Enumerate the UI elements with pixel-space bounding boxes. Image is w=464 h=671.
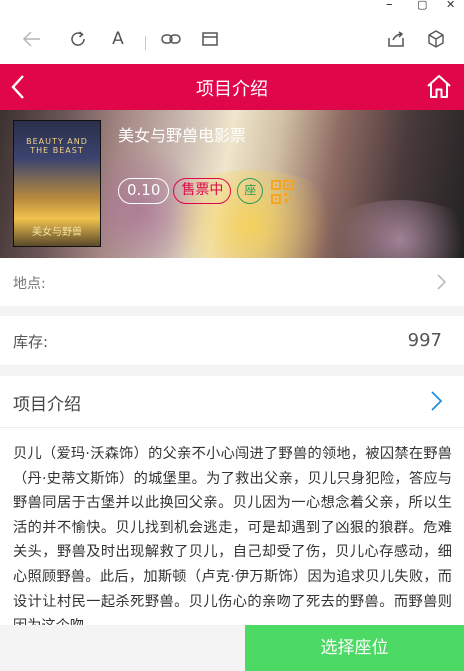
- back-arrow-icon[interactable]: [22, 29, 42, 49]
- price-badge: 0.10: [118, 178, 170, 204]
- location-label: 地点:: [13, 276, 46, 292]
- intro-header-row[interactable]: 项目介绍: [0, 376, 464, 427]
- movie-poster: BEAUTY AND THE BEAST 美女与野兽: [13, 120, 101, 247]
- refresh-icon[interactable]: [68, 29, 88, 49]
- select-seat-button[interactable]: 选择座位: [245, 625, 464, 671]
- close-button[interactable]: ✕: [446, 0, 455, 11]
- location-row[interactable]: 地点:: [0, 258, 464, 306]
- browser-toolbar: A: [0, 14, 464, 64]
- minimize-button[interactable]: –: [386, 0, 393, 12]
- movie-tags: 0.10 售票中 座: [118, 177, 294, 205]
- stock-value: 997: [407, 330, 442, 351]
- sale-status-badge: 售票中: [173, 178, 232, 204]
- intro-text: 贝儿（爱玛·沃森饰）的父亲不小心闯进了野兽的领地，被囚禁在野兽（丹·史蒂文斯饰）…: [13, 446, 452, 634]
- stock-label: 库存:: [13, 333, 49, 351]
- link-icon[interactable]: [161, 29, 181, 49]
- app-header: 项目介绍: [0, 64, 464, 110]
- home-icon[interactable]: [426, 73, 452, 103]
- toolbar-divider: [145, 36, 146, 50]
- font-size-icon[interactable]: A: [108, 29, 128, 49]
- chevron-right-icon: [431, 391, 443, 415]
- seat-badge: 座: [237, 178, 264, 204]
- maximize-button[interactable]: ▢: [417, 0, 427, 11]
- share-icon[interactable]: [386, 29, 406, 49]
- qr-code-icon: [271, 180, 294, 204]
- cube-icon[interactable]: [426, 29, 446, 49]
- chevron-right-icon: [437, 274, 447, 294]
- poster-subtitle: 美女与野兽: [32, 227, 82, 238]
- window-icon[interactable]: [200, 29, 220, 49]
- page-title: 项目介绍: [196, 79, 268, 100]
- intro-label: 项目介绍: [13, 395, 81, 415]
- stock-row: 库存: 997: [0, 316, 464, 365]
- poster-title: BEAUTY AND THE BEAST: [26, 137, 88, 155]
- bottom-bar-left: [0, 625, 245, 671]
- window-title-bar: – ▢ ✕: [0, 0, 464, 14]
- movie-name: 美女与野兽电影票: [118, 126, 247, 145]
